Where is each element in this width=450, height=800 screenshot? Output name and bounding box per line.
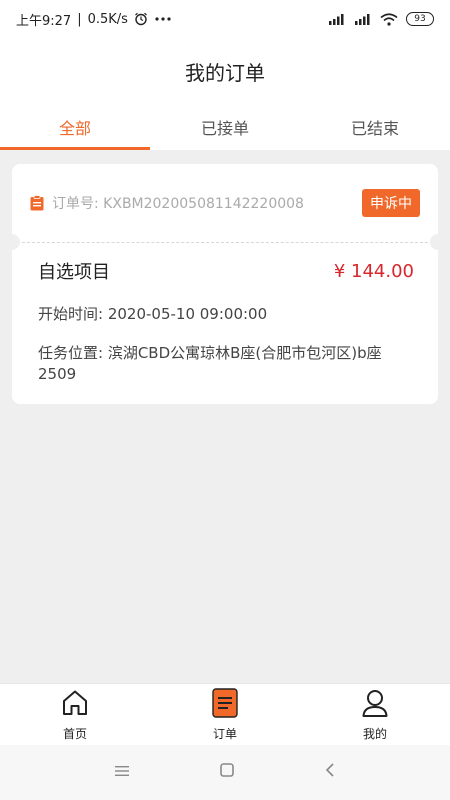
tab-all[interactable]: 全部 xyxy=(0,104,150,150)
order-tabs: 全部 已接单 已结束 xyxy=(0,104,450,150)
order-number-text: 订单号: KXBM202005081142220008 xyxy=(52,196,304,212)
menu-icon[interactable] xyxy=(114,762,130,783)
order-location: 任务位置: 滨湖CBD公寓琼林B座(合肥市包河区)b座2509 xyxy=(38,344,382,383)
card-notch-right xyxy=(430,234,446,250)
page-title: 我的订单 xyxy=(185,60,265,85)
nav-home[interactable]: 首页 xyxy=(0,684,150,745)
nav-home-label: 首页 xyxy=(62,726,87,741)
home-square-icon[interactable] xyxy=(219,762,235,783)
tab-accepted[interactable]: 已接单 xyxy=(150,104,300,150)
signal-icon xyxy=(354,13,372,25)
wifi-icon xyxy=(380,12,398,26)
clipboard-icon xyxy=(30,195,44,211)
nav-orders-label: 订单 xyxy=(212,726,237,741)
more-icon xyxy=(154,16,172,22)
alarm-icon xyxy=(134,12,148,26)
bottom-nav: 首页 订单 我的 xyxy=(0,683,450,745)
order-number: 订单号: KXBM202005081142220008 xyxy=(30,193,304,213)
card-notch-left xyxy=(4,234,20,250)
app-header: 我的订单 xyxy=(0,38,450,104)
status-right: 93 xyxy=(328,12,434,26)
screen: 上午9:27 | 0.5K/s 93 我的订单 全部 已接单 已结束 订单号: … xyxy=(0,0,450,800)
order-summary-row: 自选项目 ¥ 144.00 xyxy=(38,258,414,284)
battery-indicator: 93 xyxy=(406,12,434,26)
system-nav-bar xyxy=(0,745,450,800)
nav-orders[interactable]: 订单 xyxy=(150,684,300,745)
tab-finished-label: 已结束 xyxy=(350,119,399,138)
order-card-body: 自选项目 ¥ 144.00 开始时间: 2020-05-10 09:00:00 … xyxy=(12,242,438,385)
dashed-divider xyxy=(12,242,438,243)
nav-profile-label: 我的 xyxy=(362,726,387,741)
order-card-header: 订单号: KXBM202005081142220008 申诉中 xyxy=(12,164,438,242)
status-badge: 申诉中 xyxy=(362,189,420,217)
status-time: 上午9:27 xyxy=(16,13,72,29)
tab-all-label: 全部 xyxy=(58,119,91,138)
status-left: 上午9:27 | 0.5K/s xyxy=(16,10,172,29)
status-bar: 上午9:27 | 0.5K/s 93 xyxy=(0,0,450,38)
status-separator: | xyxy=(77,11,82,27)
back-icon[interactable] xyxy=(324,762,336,783)
order-item-name: 自选项目 xyxy=(38,262,110,283)
tab-accepted-label: 已接单 xyxy=(200,119,249,138)
home-icon xyxy=(60,688,90,722)
order-card[interactable]: 订单号: KXBM202005081142220008 申诉中 自选项目 ¥ 1… xyxy=(4,164,446,404)
profile-icon xyxy=(360,688,390,722)
tab-finished[interactable]: 已结束 xyxy=(300,104,450,150)
order-start-time: 开始时间: 2020-05-10 09:00:00 xyxy=(38,305,268,323)
nav-profile[interactable]: 我的 xyxy=(300,684,450,745)
order-icon xyxy=(212,687,238,722)
status-speed: 0.5K/s xyxy=(87,11,128,27)
signal-hd-icon xyxy=(328,13,346,25)
order-price: ¥ 144.00 xyxy=(333,260,414,282)
